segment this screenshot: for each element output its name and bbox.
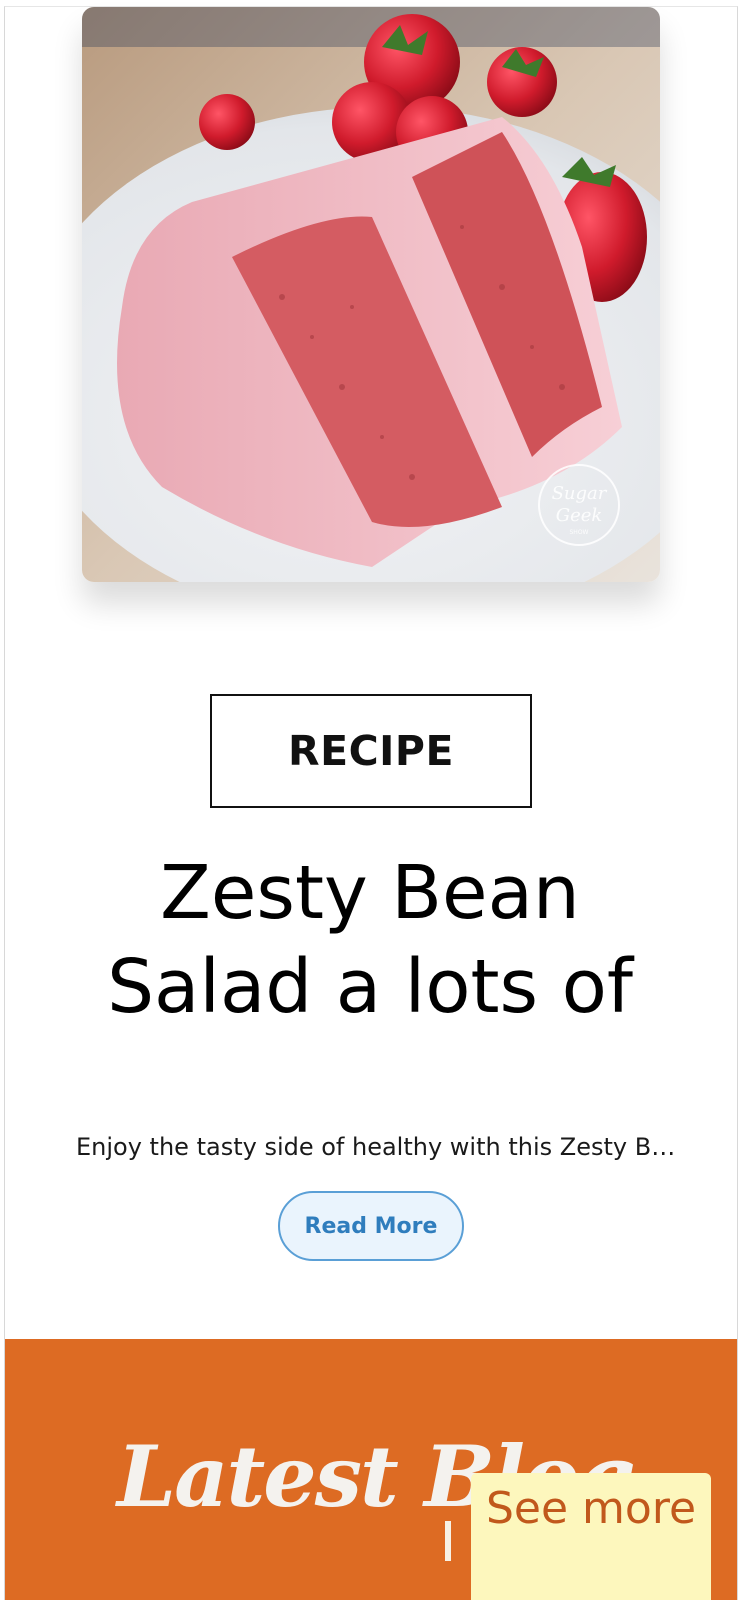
- read-more-button[interactable]: Read More: [278, 1191, 464, 1261]
- cake-illustration: Sugar Geek SHOW: [82, 7, 660, 582]
- section-divider: [445, 1521, 451, 1561]
- post-excerpt: Enjoy the tasty side of healthy with thi…: [76, 1133, 676, 1161]
- svg-text:SHOW: SHOW: [570, 529, 589, 536]
- svg-text:Geek: Geek: [556, 505, 603, 526]
- see-more-button[interactable]: See more: [471, 1473, 711, 1600]
- svg-text:Sugar: Sugar: [552, 483, 608, 504]
- post-title[interactable]: Zesty Bean Salad a lots of: [100, 846, 640, 1034]
- latest-blog-section: Latest Blog See more: [5, 1339, 737, 1600]
- post-image[interactable]: Sugar Geek SHOW: [82, 7, 660, 582]
- category-badge[interactable]: RECIPE: [210, 694, 532, 808]
